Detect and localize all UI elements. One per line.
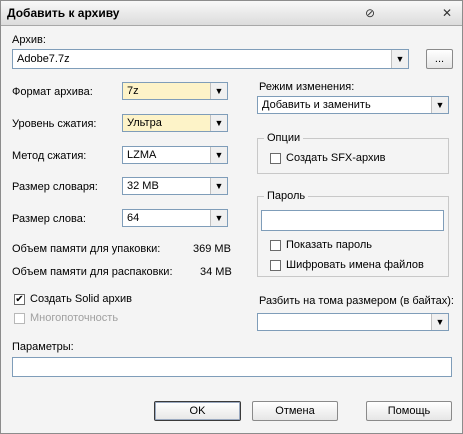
dict-label: Размер словаря: [12, 181, 98, 193]
method-label: Метод сжатия: [12, 150, 87, 162]
chevron-down-icon[interactable]: ▼ [431, 97, 448, 113]
chevron-down-icon[interactable]: ▼ [210, 115, 227, 131]
update-mode-combo[interactable]: Добавить и заменить ▼ [257, 96, 449, 114]
show-password-label: Показать пароль [286, 239, 373, 251]
sfx-checkbox[interactable] [270, 153, 281, 164]
cancel-button[interactable]: Отмена [252, 401, 338, 421]
update-mode-label: Режим изменения: [259, 81, 355, 93]
split-label: Разбить на тома размером (в байтах): [259, 295, 454, 307]
word-value: 64 [127, 212, 140, 224]
dict-value: 32 MB [127, 180, 159, 192]
memory-pack-value: 369 MB [193, 243, 231, 255]
chevron-down-icon[interactable]: ▼ [210, 147, 227, 163]
word-combo[interactable]: 64 ▼ [122, 209, 228, 227]
browse-button[interactable]: ... [426, 49, 453, 69]
multithread-checkbox[interactable] [14, 313, 25, 324]
method-combo[interactable]: LZMA ▼ [122, 146, 228, 164]
word-label: Размер слова: [12, 213, 86, 225]
level-label: Уровень сжатия: [12, 118, 97, 130]
close-icon[interactable]: ✕ [439, 5, 455, 21]
sfx-label: Создать SFX-архив [286, 152, 386, 164]
level-combo[interactable]: Ультра ▼ [122, 114, 228, 132]
level-value: Ультра [127, 117, 162, 129]
add-to-archive-dialog: Добавить к архиву ⊘ ✕ Архив: Adobe7.7z ▼… [0, 0, 463, 434]
options-group: Опции Создать SFX-архив [257, 132, 449, 174]
options-title: Опции [264, 132, 304, 144]
multithread-label: Многопоточность [30, 312, 119, 324]
show-password-checkbox[interactable] [270, 240, 281, 251]
solid-checkbox[interactable]: ✔ [14, 294, 25, 305]
params-input[interactable] [12, 357, 452, 377]
chevron-down-icon[interactable]: ▼ [210, 178, 227, 194]
title-bar: Добавить к архиву ⊘ ✕ [1, 1, 462, 26]
format-combo[interactable]: 7z ▼ [122, 82, 228, 100]
password-title: Пароль [264, 190, 309, 202]
help-button[interactable]: Помощь [366, 401, 452, 421]
ok-button[interactable]: OK [154, 401, 241, 421]
memory-pack-label: Объем памяти для упаковки: [12, 243, 161, 255]
memory-unpack-value: 34 MB [200, 266, 232, 278]
archive-name-value: Adobe7.7z [17, 53, 70, 65]
solid-label: Создать Solid архив [30, 293, 132, 305]
chevron-down-icon[interactable]: ▼ [391, 50, 408, 68]
chevron-down-icon[interactable]: ▼ [210, 83, 227, 99]
archive-name-combo[interactable]: Adobe7.7z ▼ [12, 49, 409, 69]
password-input[interactable] [261, 210, 444, 231]
format-value: 7z [127, 85, 139, 97]
params-label: Параметры: [12, 341, 74, 353]
encrypt-names-checkbox[interactable] [270, 260, 281, 271]
split-combo[interactable]: ▼ [257, 313, 449, 331]
encrypt-names-label: Шифровать имена файлов [286, 259, 424, 271]
password-group: Пароль Показать пароль Шифровать имена ф… [257, 190, 449, 277]
method-value: LZMA [127, 149, 157, 161]
archive-label: Архив: [12, 34, 46, 46]
memory-unpack-label: Объем памяти для распаковки: [12, 266, 173, 278]
help-icon[interactable]: ⊘ [362, 5, 378, 21]
dict-combo[interactable]: 32 MB ▼ [122, 177, 228, 195]
chevron-down-icon[interactable]: ▼ [431, 314, 448, 330]
window-title: Добавить к архиву [7, 6, 120, 20]
format-label: Формат архива: [12, 86, 93, 98]
update-mode-value: Добавить и заменить [262, 99, 371, 111]
chevron-down-icon[interactable]: ▼ [210, 210, 227, 226]
